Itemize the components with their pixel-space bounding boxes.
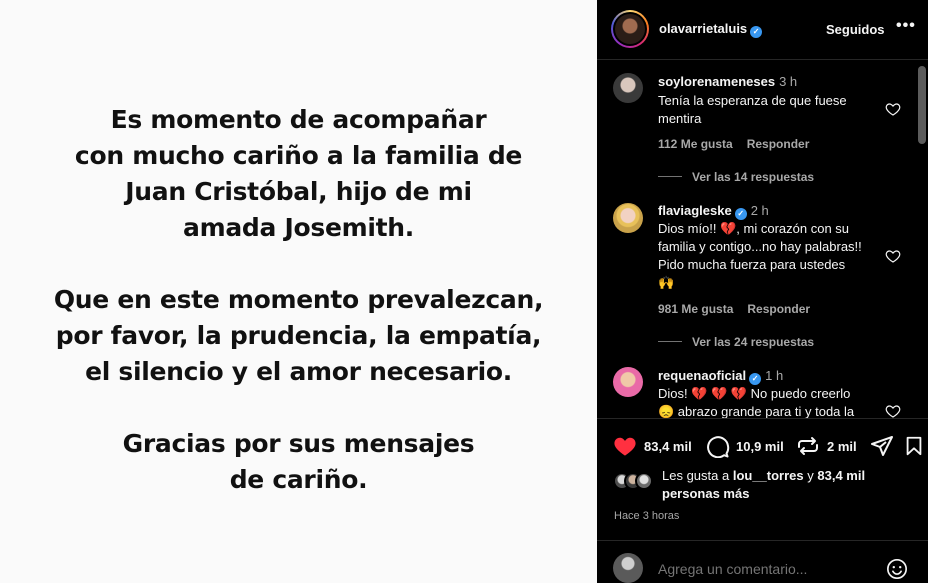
following-button[interactable]: Seguidos bbox=[826, 22, 885, 37]
comment-line: Dios mío!! 💔, mi corazón con su bbox=[658, 221, 850, 236]
share-send-icon[interactable] bbox=[870, 434, 894, 458]
comment-input[interactable] bbox=[658, 561, 858, 577]
view-replies-label[interactable]: Ver las 24 respuestas bbox=[692, 335, 814, 349]
comment-bubble-icon[interactable] bbox=[706, 434, 730, 458]
verified-badge-icon: ✓ bbox=[750, 26, 763, 38]
author-username-text[interactable]: olavarrietaluis bbox=[659, 21, 747, 36]
comment-text: Tenía la esperanza de que fuese mentira bbox=[658, 92, 880, 128]
comment-header: soylorenameneses 3 h bbox=[658, 74, 797, 89]
author-username[interactable]: olavarrietaluis ✓ bbox=[659, 21, 763, 38]
comment-header: flaviagleske ✓ 2 h bbox=[658, 203, 769, 220]
post-line: amada Josemith. bbox=[183, 213, 414, 242]
post-line: Gracias por sus mensajes bbox=[122, 429, 475, 458]
commenter-username[interactable]: flaviagleske bbox=[658, 203, 732, 218]
comment-likes[interactable]: 112 Me gusta bbox=[658, 137, 733, 151]
commenter-username[interactable]: soylorenameneses bbox=[658, 74, 775, 89]
comment-line: mentira bbox=[658, 111, 702, 126]
post-line: con mucho cariño a la familia de bbox=[74, 141, 523, 170]
comment-meta: 981 Me gusta Responder bbox=[658, 302, 810, 316]
post-side-panel: olavarrietaluis ✓ Seguidos ••• soylorenam… bbox=[597, 0, 928, 583]
post-paragraph-3: Gracias por sus mensajes de cariño. bbox=[0, 426, 597, 498]
post-line: Que en este momento prevalezcan, bbox=[53, 285, 544, 314]
comment-header: requenaoficial ✓ 1 h bbox=[658, 368, 783, 385]
post-line: Juan Cristóbal, hijo de mi bbox=[125, 177, 472, 206]
reply-button[interactable]: Responder bbox=[747, 137, 810, 151]
liker-avatar[interactable] bbox=[635, 472, 653, 490]
comments-list: soylorenameneses 3 h Tenía la esperanza d… bbox=[597, 61, 928, 418]
post-timestamp[interactable]: Hace 3 horas bbox=[614, 510, 679, 522]
comment-time: 1 h bbox=[765, 368, 784, 383]
verified-badge-icon: ✓ bbox=[749, 373, 762, 385]
commenter-username[interactable]: requenaoficial bbox=[658, 368, 746, 383]
commenter-avatar[interactable] bbox=[613, 367, 643, 397]
comment-line: Tenía la esperanza de que fuese bbox=[658, 93, 847, 108]
comment-line: Pido mucha fuerza para ustedes bbox=[658, 257, 846, 272]
comment-meta: 112 Me gusta Responder bbox=[658, 137, 809, 151]
post-actions-bar: 83,4 mil 10,9 mil 2 mil bbox=[597, 429, 928, 463]
save-bookmark-icon[interactable] bbox=[903, 434, 925, 458]
likes-suffix[interactable]: personas más bbox=[662, 486, 749, 501]
comment-text: Dios mío!! 💔, mi corazón con su familia … bbox=[658, 220, 880, 292]
current-user-avatar bbox=[613, 553, 643, 583]
comment-time: 2 h bbox=[750, 203, 769, 218]
comment-time: 3 h bbox=[779, 74, 798, 89]
likes-summary-text: Les gusta a lou__torres y 83,4 mil person… bbox=[662, 468, 866, 501]
comment-like-heart-icon[interactable] bbox=[885, 101, 901, 117]
post-header: olavarrietaluis ✓ Seguidos ••• bbox=[597, 0, 928, 60]
comment-line: Dios! 💔 💔 💔 No puedo creerlo bbox=[658, 386, 851, 401]
reposts-count[interactable]: 2 mil bbox=[827, 439, 857, 454]
post-line: el silencio y el amor necesario. bbox=[85, 357, 512, 386]
likes-total[interactable]: 83,4 mil bbox=[817, 468, 865, 483]
emoji-icon[interactable] bbox=[886, 558, 908, 580]
post-line: de cariño. bbox=[229, 465, 368, 494]
liker-username[interactable]: lou__torres bbox=[733, 468, 804, 483]
post-paragraph-2: Que en este momento prevalezcan, por fav… bbox=[0, 282, 597, 390]
post-line: Es momento de acompañar bbox=[110, 105, 487, 134]
comments-scrollbar[interactable] bbox=[918, 66, 926, 144]
comment-line: familia y contigo...no hay palabras!! bbox=[658, 239, 862, 254]
post-image: Es momento de acompañar con mucho cariño… bbox=[0, 0, 597, 583]
comment-like-heart-icon[interactable] bbox=[885, 403, 901, 418]
divider bbox=[597, 418, 928, 419]
add-comment-bar bbox=[597, 540, 928, 583]
comment-line: 🙌 bbox=[658, 275, 675, 290]
comment-likes[interactable]: 981 Me gusta bbox=[658, 302, 733, 316]
repost-icon[interactable] bbox=[796, 434, 820, 458]
post-line: por favor, la prudencia, la empatía, bbox=[55, 321, 542, 350]
post-paragraph-1: Es momento de acompañar con mucho cariño… bbox=[0, 102, 597, 246]
view-replies-button[interactable]: Ver las 14 respuestas bbox=[658, 170, 814, 184]
likes-count[interactable]: 83,4 mil bbox=[644, 439, 692, 454]
reply-button[interactable]: Responder bbox=[747, 302, 810, 316]
commenter-avatar[interactable] bbox=[613, 203, 643, 233]
more-options-icon[interactable]: ••• bbox=[896, 17, 916, 35]
verified-badge-icon: ✓ bbox=[734, 208, 747, 220]
like-heart-icon[interactable] bbox=[612, 434, 638, 458]
commenter-avatar[interactable] bbox=[613, 73, 643, 103]
author-avatar[interactable] bbox=[611, 10, 649, 48]
comment-text: Dios! 💔 💔 💔 No puedo creerlo 😞 abrazo gr… bbox=[658, 385, 880, 418]
view-replies-button[interactable]: Ver las 24 respuestas bbox=[658, 335, 814, 349]
comment-like-heart-icon[interactable] bbox=[885, 248, 901, 264]
comment-line: 😞 abrazo grande para ti y toda la bbox=[658, 404, 855, 418]
comments-count[interactable]: 10,9 mil bbox=[736, 439, 784, 454]
view-replies-label[interactable]: Ver las 14 respuestas bbox=[692, 170, 814, 184]
